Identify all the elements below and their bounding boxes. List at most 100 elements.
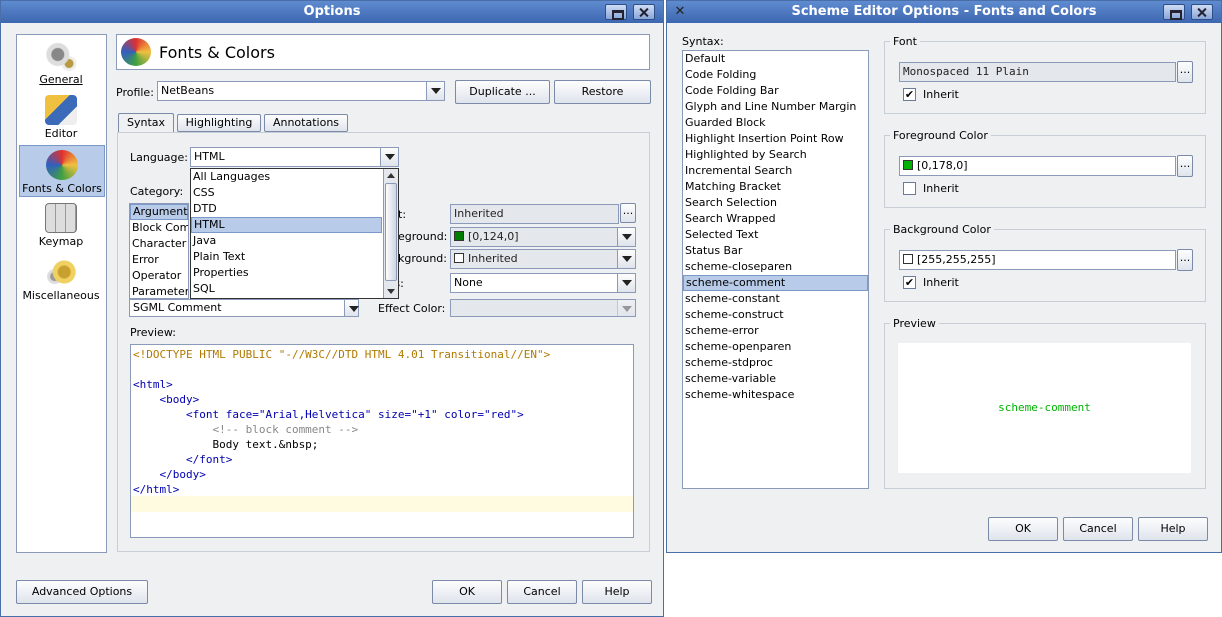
bg-field[interactable]: [255,255,255] — [899, 250, 1176, 270]
font-inherit-checkbox[interactable]: ✔ — [903, 88, 916, 101]
syntax-item[interactable]: Selected Text — [683, 227, 868, 243]
preview-line: </font> — [133, 453, 233, 466]
scroll-down-icon[interactable] — [387, 289, 395, 294]
syntax-item[interactable]: Default — [683, 51, 868, 67]
background-label: kground: — [398, 252, 447, 265]
language-option[interactable]: SQL — [191, 281, 382, 297]
preview-line: <body> — [133, 393, 200, 406]
category-fonts-colors[interactable]: Fonts & Colors — [19, 145, 105, 197]
syntax-item[interactable]: scheme-openparen — [683, 339, 868, 355]
fg-group-label: Foreground Color — [890, 129, 991, 142]
ok-button[interactable]: OK — [432, 580, 502, 604]
list-item[interactable]: Error — [130, 252, 188, 268]
duplicate-button[interactable]: Duplicate ... — [455, 80, 550, 104]
chevron-down-icon[interactable] — [426, 82, 444, 100]
syntax-item[interactable]: Status Bar — [683, 243, 868, 259]
chevron-down-icon[interactable] — [380, 148, 398, 166]
scheme-titlebar: ✕ Scheme Editor Options - Fonts and Colo… — [667, 1, 1221, 23]
syntax-item[interactable]: Search Selection — [683, 195, 868, 211]
bg-browse-button[interactable]: ... — [1177, 249, 1193, 271]
syntax-item[interactable]: Search Wrapped — [683, 211, 868, 227]
syntax-item[interactable]: scheme-stdproc — [683, 355, 868, 371]
chevron-down-icon[interactable] — [617, 250, 635, 268]
list-item[interactable]: Parameter — [130, 284, 188, 298]
language-option[interactable]: DTD — [191, 201, 382, 217]
syntax-item[interactable]: Incremental Search — [683, 163, 868, 179]
scheme-cancel-button[interactable]: Cancel — [1063, 517, 1133, 541]
scroll-thumb[interactable] — [385, 183, 397, 281]
syntax-item[interactable]: scheme-error — [683, 323, 868, 339]
minimize-icon[interactable] — [605, 4, 627, 20]
syntax-item[interactable]: scheme-variable — [683, 371, 868, 387]
language-dropdown[interactable]: All Languages CSS DTD HTML Java Plain Te… — [190, 168, 399, 299]
restore-button[interactable]: Restore — [554, 80, 651, 104]
tab-highlighting[interactable]: Highlighting — [177, 114, 261, 132]
options-window: Options General Editor Fonts & Colors Ke… — [0, 0, 664, 617]
fg-field[interactable]: [0,178,0] — [899, 156, 1176, 176]
scheme-help-button[interactable]: Help — [1138, 517, 1208, 541]
list-item[interactable]: Character — [130, 236, 188, 252]
scheme-title: Scheme Editor Options - Fonts and Colors — [791, 4, 1097, 19]
category-label: Category: — [130, 185, 184, 198]
advanced-options-button[interactable]: Advanced Options — [16, 580, 148, 604]
syntax-item[interactable]: scheme-closeparen — [683, 259, 868, 275]
bg-inherit-checkbox[interactable]: ✔ — [903, 276, 916, 289]
bg-group-label: Background Color — [890, 223, 994, 236]
scheme-ok-button[interactable]: OK — [988, 517, 1058, 541]
syntax-item[interactable]: Highlighted by Search — [683, 147, 868, 163]
list-item[interactable]: Block Comm — [130, 220, 188, 236]
syntax-item[interactable]: scheme-constant — [683, 291, 868, 307]
chevron-down-icon[interactable] — [617, 228, 635, 246]
inherit-label: Inherit — [923, 88, 959, 101]
syntax-item[interactable]: scheme-comment — [683, 275, 868, 291]
background-combo[interactable]: Inherited — [450, 249, 636, 269]
syntax-item[interactable]: Glyph and Line Number Margin — [683, 99, 868, 115]
category-miscellaneous[interactable]: Miscellaneous — [17, 253, 105, 305]
syntax-list[interactable]: Default Code Folding Code Folding Bar Glyph… — [682, 50, 869, 489]
minimize-icon[interactable] — [1163, 4, 1185, 20]
language-option[interactable]: Properties — [191, 265, 382, 281]
scroll-up-icon[interactable] — [387, 173, 395, 178]
help-button[interactable]: Help — [582, 580, 652, 604]
category-keymap[interactable]: Keymap — [17, 199, 105, 251]
syntax-item[interactable]: Code Folding — [683, 67, 868, 83]
cancel-button[interactable]: Cancel — [507, 580, 577, 604]
syntax-item[interactable]: Highlight Insertion Point Row — [683, 131, 868, 147]
language-combo[interactable]: HTML — [190, 147, 399, 167]
close-icon[interactable] — [633, 4, 655, 20]
chevron-down-icon[interactable] — [617, 274, 635, 292]
fg-inherit-checkbox[interactable] — [903, 182, 916, 195]
category-editor[interactable]: Editor — [17, 91, 105, 143]
fg-browse-button[interactable]: ... — [1177, 155, 1193, 177]
category-general[interactable]: General — [17, 37, 105, 89]
category-item-sgml[interactable]: SGML Comment — [129, 299, 359, 317]
category-list[interactable]: Argument Block Comm Character Error Oper… — [129, 203, 189, 299]
syntax-item[interactable]: Matching Bracket — [683, 179, 868, 195]
syntax-item[interactable]: Guarded Block — [683, 115, 868, 131]
language-option[interactable]: CSS — [191, 185, 382, 201]
language-label: Language: — [130, 151, 188, 164]
language-option[interactable]: Java — [191, 233, 382, 249]
preview-group-label: Preview — [890, 317, 939, 330]
language-option[interactable]: HTML — [191, 217, 382, 233]
language-option[interactable]: Plain Text — [191, 249, 382, 265]
list-item[interactable]: Argument — [130, 204, 188, 220]
effect-color-label: Effect Color: — [378, 302, 446, 315]
preview-current-line — [131, 496, 633, 512]
foreground-combo[interactable]: [0,124,0] — [450, 227, 636, 247]
close-icon[interactable] — [1191, 4, 1213, 20]
list-item[interactable]: Operator — [130, 268, 188, 284]
chevron-down-icon[interactable] — [344, 300, 359, 316]
dropdown-scrollbar[interactable] — [383, 169, 398, 298]
language-option[interactable]: All Languages — [191, 169, 382, 185]
syntax-item[interactable]: scheme-construct — [683, 307, 868, 323]
page-header: Fonts & Colors — [116, 34, 650, 70]
font-browse-button[interactable]: ... — [620, 203, 636, 223]
profile-combo[interactable]: NetBeans — [157, 81, 445, 101]
syntax-item[interactable]: Code Folding Bar — [683, 83, 868, 99]
effects-combo[interactable]: None — [450, 273, 636, 293]
syntax-item[interactable]: scheme-whitespace — [683, 387, 868, 403]
tab-syntax[interactable]: Syntax — [118, 113, 174, 133]
tab-annotations[interactable]: Annotations — [264, 114, 348, 132]
font-browse-button[interactable]: ... — [1177, 61, 1193, 83]
